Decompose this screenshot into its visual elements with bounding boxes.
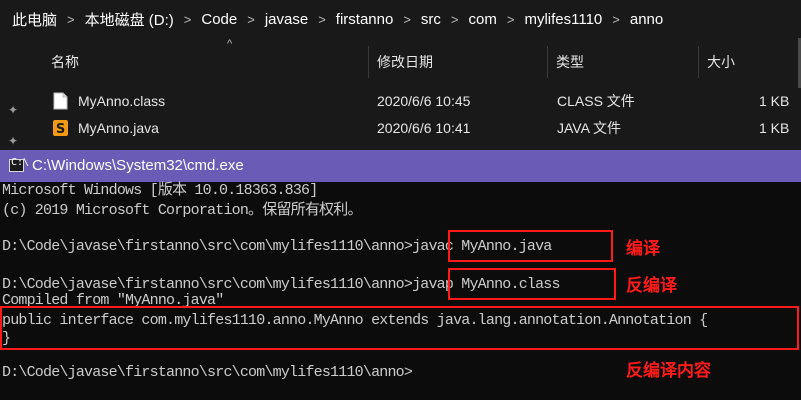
pin-icon[interactable]: ✦ [8,103,20,117]
breadcrumb: 此电脑 > 本地磁盘 (D:) > Code > javase > firstanno >… [12,0,667,38]
column-header-name[interactable]: 名称 [51,44,79,80]
column-header-type[interactable]: 类型 [556,44,584,80]
breadcrumb-javase[interactable]: javase [265,11,308,28]
breadcrumb-com[interactable]: com [469,11,497,28]
address-bar[interactable]: 此电脑 > 本地磁盘 (D:) > Code > javase > firstanno >… [0,0,801,38]
column-divider[interactable] [368,46,369,78]
file-name: MyAnno.class [78,93,166,109]
console-line: Microsoft Windows [版本 10.0.18363.836] [2,182,318,199]
column-header-modified[interactable]: 修改日期 [377,44,433,80]
console-prompt: D:\Code\javase\firstanno\src\com\mylifes… [2,364,413,381]
breadcrumb-anno[interactable]: anno [630,11,663,28]
column-divider[interactable] [547,46,548,78]
decompile-output-highlight [0,306,799,350]
breadcrumb-this-pc[interactable]: 此电脑 [12,9,57,30]
file-type: CLASS 文件 [557,93,635,109]
cmd-titlebar[interactable]: C:\ C:\Windows\System32\cmd.exe [0,150,801,182]
breadcrumb-src[interactable]: src [421,11,441,28]
class-file-icon [53,92,68,110]
breadcrumb-mylifes1110[interactable]: mylifes1110 [524,11,602,28]
column-header-size[interactable]: 大小 [707,44,735,80]
file-row[interactable]: S MyAnno.java 2020/6/6 10:41 JAVA 文件 1 K… [27,115,801,141]
breadcrumb-local-disk[interactable]: 本地磁盘 (D:) [85,9,174,30]
chevron-right-icon[interactable]: > [184,12,192,27]
decompile-content-annotation: 反编译内容 [626,361,711,380]
file-explorer: 此电脑 > 本地磁盘 (D:) > Code > javase > firstanno >… [0,0,801,150]
cmd-window-title: C:\Windows\System32\cmd.exe [32,157,244,174]
chevron-right-icon[interactable]: > [247,12,255,27]
decompile-annotation: 反编译 [626,276,677,295]
sort-ascending-icon: ^ [227,38,233,50]
chevron-right-icon[interactable]: > [507,12,515,27]
file-size: 1 KB [759,93,790,109]
compile-command-highlight [448,230,613,262]
file-modified: 2020/6/6 10:41 [377,120,471,136]
java-file-icon: S [53,120,68,137]
breadcrumb-code[interactable]: Code [201,11,237,28]
column-header-row: ^ 名称 修改日期 类型 大小 [27,38,801,80]
chevron-right-icon[interactable]: > [403,12,411,27]
chevron-right-icon[interactable]: > [612,12,620,27]
file-modified: 2020/6/6 10:45 [377,93,471,109]
file-size: 1 KB [759,120,790,136]
cmd-icon: C:\ [9,157,29,172]
pin-icon[interactable]: ✦ [8,134,20,148]
breadcrumb-firstanno[interactable]: firstanno [336,11,394,28]
file-row[interactable]: MyAnno.class 2020/6/6 10:45 CLASS 文件 1 K… [27,88,801,114]
console-line: (c) 2019 Microsoft Corporation。保留所有权利。 [2,202,362,219]
column-divider[interactable] [698,46,699,78]
chevron-right-icon[interactable]: > [318,12,326,27]
file-name: MyAnno.java [78,120,159,136]
svg-text:S: S [56,122,65,137]
decompile-command-highlight [448,268,616,300]
file-type: JAVA 文件 [557,120,622,136]
chevron-right-icon[interactable]: > [451,12,459,27]
chevron-right-icon[interactable]: > [67,12,75,27]
compile-annotation: 编译 [626,239,660,258]
